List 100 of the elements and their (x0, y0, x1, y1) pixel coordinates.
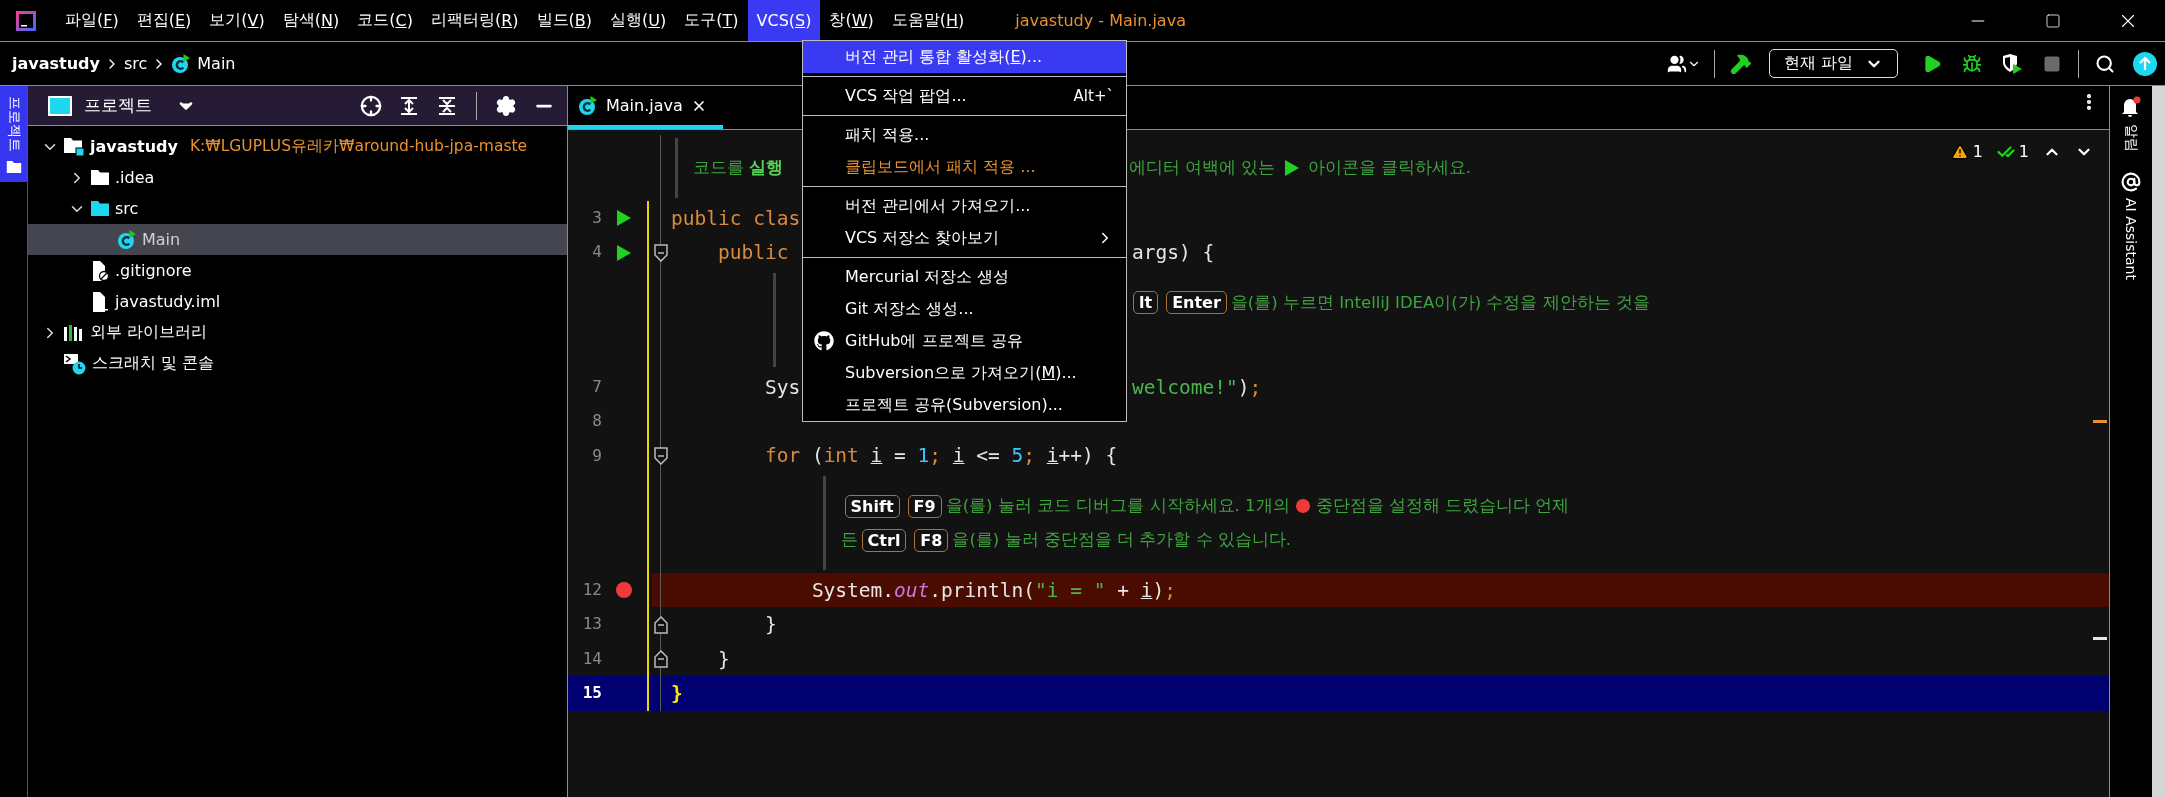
fold-icon[interactable] (654, 650, 668, 669)
menu-item[interactable]: 버전 관리에서 가져오기... (803, 190, 1126, 222)
menu-item[interactable]: 프로젝트 공유(Subversion)... (803, 389, 1126, 421)
fold-icon[interactable] (654, 446, 668, 465)
settings-icon[interactable] (495, 94, 517, 117)
users-icon[interactable] (1666, 53, 1687, 74)
locate-icon[interactable] (360, 94, 382, 117)
line-number: 7 (591, 375, 603, 398)
line-number: 13 (581, 613, 603, 636)
line-number: 4 (591, 241, 603, 264)
menu-bar-item[interactable]: 실행(U) (601, 0, 676, 41)
folder-icon (90, 200, 110, 217)
menu-item[interactable]: 클립보드에서 패치 적용 ... (803, 151, 1126, 183)
breadcrumb[interactable]: src (123, 54, 148, 73)
fold-icon[interactable] (654, 243, 668, 262)
menu-bar-item[interactable]: 도구(T) (675, 0, 748, 41)
tree-row[interactable]: javastudy K:₩LGUPLUS유레카₩around-hub-jpa-maste (28, 131, 567, 162)
folder-icon (90, 169, 110, 186)
breakpoint-icon (1295, 499, 1310, 514)
weak-warning-count[interactable]: 1 (1996, 142, 2029, 161)
library-icon (63, 323, 85, 342)
breadcrumb[interactable]: javastudy (12, 54, 100, 73)
code-text: for (int i = 1; i <= 5; i++) { (763, 444, 1118, 468)
menu-item[interactable]: VCS 작업 팝업... Alt+` (803, 80, 1126, 112)
line-number: 9 (591, 444, 603, 467)
folder-icon[interactable] (5, 160, 22, 174)
menu-bar-item[interactable]: VCS(S) (747, 0, 821, 41)
tree-row[interactable]: Main (28, 224, 567, 255)
window-icon (48, 95, 72, 116)
class-icon (171, 53, 192, 74)
search-icon[interactable] (2095, 53, 2115, 74)
menu-item[interactable]: GitHub에 프로젝트 공유 (803, 325, 1126, 357)
collapse-all-icon[interactable] (437, 95, 457, 116)
bug-icon[interactable] (1962, 53, 1982, 74)
shield-run-icon[interactable] (2001, 52, 2023, 75)
tree-row[interactable]: .gitignore (28, 255, 567, 286)
tool-window-tab[interactable]: 알림 (2122, 124, 2140, 152)
menu-bar-item[interactable]: 창(W) (820, 0, 883, 41)
tool-window-tab[interactable]: AI Assistant (2123, 198, 2139, 280)
class-icon (117, 229, 137, 250)
tree-item-label: src (115, 199, 139, 218)
menu-bar-item[interactable]: 리팩터링(R) (421, 0, 528, 41)
hint-text: 코드를 실행 (693, 157, 784, 179)
hint-text: 든 (840, 529, 858, 552)
breakpoint-icon[interactable] (616, 582, 632, 599)
expand-all-icon[interactable] (399, 95, 419, 116)
menu-item-label: GitHub에 프로젝트 공유 (845, 330, 1024, 352)
breadcrumb[interactable]: Main (197, 54, 236, 73)
run-icon[interactable] (1922, 53, 1942, 74)
tree-row[interactable]: src (28, 193, 567, 224)
menu-item[interactable]: Git 저장소 생성... (803, 293, 1126, 325)
warning-icon (1950, 142, 1969, 161)
menu-item-label: VCS 저장소 찾아보기 (845, 227, 1001, 249)
line-number: 14 (581, 647, 603, 670)
class-icon (578, 95, 598, 116)
menu-item[interactable]: 패치 적용... (803, 119, 1126, 151)
line-number: 12 (581, 579, 603, 602)
tree-row[interactable]: javastudy.iml (28, 286, 567, 317)
file-icon (90, 290, 110, 313)
tree-row[interactable]: 스크래치 및 콘솔 (28, 348, 567, 379)
menu-bar-item[interactable]: 탐색(N) (273, 0, 349, 41)
tree-row[interactable]: 외부 라이브러리 (28, 317, 567, 348)
menu-item[interactable]: 버전 관리 통합 활성화(E)... (803, 41, 1126, 73)
line-number: 3 (591, 207, 603, 229)
run-config-dropdown[interactable]: 현재 파일 (1768, 49, 1898, 78)
key-cap: Ctrl (861, 528, 907, 552)
bell-icon[interactable] (2121, 96, 2141, 118)
menu-item-label: Subversion으로 가져오기(M)... (845, 362, 1078, 384)
run-icon[interactable] (616, 209, 632, 228)
tree-item-label: 스크래치 및 콘솔 (92, 353, 215, 374)
app-logo-icon[interactable] (16, 10, 36, 31)
tree-row[interactable]: .idea (28, 162, 567, 193)
hammer-icon[interactable] (1729, 52, 1752, 75)
update-icon[interactable] (2132, 50, 2158, 77)
menu-bar-item[interactable]: 편집(E) (127, 0, 201, 41)
fold-icon[interactable] (654, 615, 668, 634)
tool-window-tab[interactable]: 프로젝트 (0, 86, 27, 182)
code-text: args) { (1132, 241, 1215, 265)
menu-item[interactable]: Subversion으로 가져오기(M)... (803, 357, 1126, 389)
assistant-icon[interactable] (2121, 172, 2141, 192)
menu-bar-item[interactable]: 파일(F) (56, 0, 128, 41)
menu-item[interactable]: Mercurial 저장소 생성 (803, 261, 1126, 293)
line-number: 15 (581, 682, 603, 705)
run-icon[interactable] (616, 243, 632, 262)
tree-item-label: .gitignore (115, 261, 192, 280)
maximize-icon[interactable] (2044, 12, 2061, 29)
menu-item-label: 패치 적용... (845, 124, 931, 146)
menu-bar-item[interactable]: 보기(V) (200, 0, 274, 41)
code-text: welcome!"); (1132, 375, 1262, 399)
project-path: K:₩LGUPLUS유레카₩around-hub-jpa-maste (189, 136, 528, 157)
warning-count[interactable]: 1 (1950, 142, 1983, 161)
menu-bar-item[interactable]: 빌드(B) (527, 0, 601, 41)
menu-item[interactable]: VCS 저장소 찾아보기 (803, 222, 1126, 254)
hint-text: 을(를) 누르면 IntelliJ IDEA이(가) 수정을 제안하는 것을 (1230, 291, 1650, 314)
panel-title[interactable]: 프로젝트 (84, 94, 152, 117)
menu-bar-item[interactable]: 코드(C) (348, 0, 422, 41)
code-text: } (763, 613, 777, 637)
menu-bar-item[interactable]: 도움말(H) (882, 0, 974, 41)
shortcut-text: Alt+` (1073, 87, 1114, 105)
key-cap: Shift (844, 494, 900, 518)
